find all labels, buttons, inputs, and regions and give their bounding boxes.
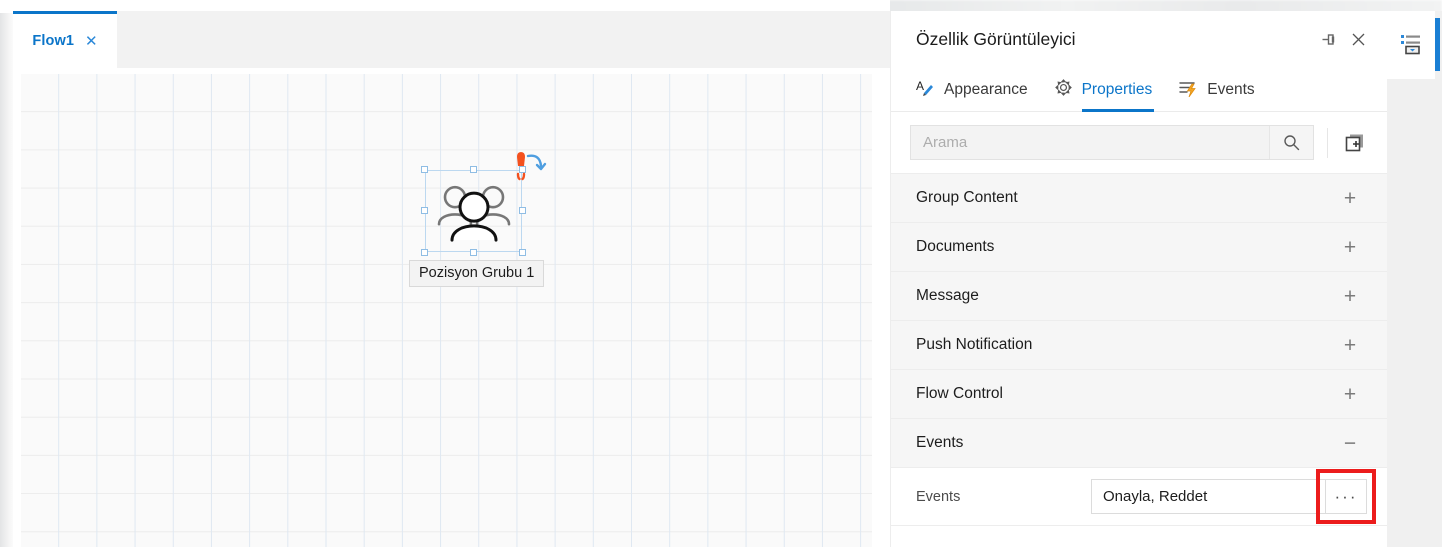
tab-appearance-label: Appearance <box>944 81 1028 99</box>
tab-properties[interactable]: Properties <box>1054 78 1153 111</box>
pin-icon[interactable] <box>1313 26 1343 54</box>
section-push-notification[interactable]: Push Notification + <box>891 321 1387 370</box>
expand-icon[interactable]: + <box>1341 237 1359 258</box>
lightning-list-icon <box>1178 78 1198 102</box>
flow-node-position-group[interactable]: Pozisyon Grubu 1 <box>425 170 522 252</box>
resize-handle-s[interactable] <box>470 249 477 256</box>
rotate-handle-icon[interactable] <box>513 148 553 188</box>
search-row <box>891 112 1387 173</box>
expand-icon[interactable]: + <box>1341 335 1359 356</box>
property-control-events: ··· <box>1091 479 1367 514</box>
collapse-icon[interactable]: − <box>1341 433 1359 454</box>
svg-text:A: A <box>916 79 924 93</box>
toolbar-divider <box>1327 128 1328 158</box>
tab-flow1[interactable]: Flow1 ✕ <box>13 11 117 68</box>
resize-handle-nw[interactable] <box>421 166 428 173</box>
resize-handle-sw[interactable] <box>421 249 428 256</box>
tab-events[interactable]: Events <box>1178 78 1254 111</box>
expand-icon[interactable]: + <box>1341 384 1359 405</box>
editor-left-edge <box>0 13 13 547</box>
flow-editor: Flow1 ✕ <box>0 0 890 547</box>
add-window-icon[interactable] <box>1342 130 1368 156</box>
tab-properties-label: Properties <box>1082 81 1153 99</box>
close-icon[interactable] <box>1343 26 1373 54</box>
expand-icon[interactable]: + <box>1341 286 1359 307</box>
text-style-pencil-icon: A <box>916 78 935 102</box>
section-title: Documents <box>916 238 1341 256</box>
properties-list-icon <box>1399 31 1423 60</box>
property-viewer-panel: Özellik Görüntüleyici A <box>890 11 1387 547</box>
tab-appearance[interactable]: A Appearance <box>916 78 1028 111</box>
panel-tabs: A Appearance <box>891 68 1387 112</box>
tab-strip: Flow1 ✕ <box>13 11 890 68</box>
node-caption: Pozisyon Grubu 1 <box>409 260 544 287</box>
panel-title: Özellik Görüntüleyici <box>916 29 1313 50</box>
section-events[interactable]: Events − <box>891 419 1387 468</box>
resize-handle-se[interactable] <box>519 249 526 256</box>
panel-header: Özellik Görüntüleyici <box>891 11 1387 68</box>
section-title: Group Content <box>916 189 1341 207</box>
section-group-content[interactable]: Group Content + <box>891 174 1387 223</box>
resize-handle-n[interactable] <box>470 166 477 173</box>
close-icon[interactable]: ✕ <box>85 34 98 49</box>
search-input[interactable] <box>911 126 1269 159</box>
rail-accent-bar <box>1435 18 1440 71</box>
events-value-input[interactable] <box>1091 479 1325 514</box>
app-root: Flow1 ✕ <box>0 0 1442 547</box>
section-documents[interactable]: Documents + <box>891 223 1387 272</box>
rail-button-properties[interactable] <box>1387 11 1435 79</box>
properties-accordion: Group Content + Documents + Message + Pu… <box>891 173 1387 526</box>
section-title: Message <box>916 287 1341 305</box>
events-ellipsis-button[interactable]: ··· <box>1325 479 1367 514</box>
gear-icon <box>1054 78 1073 102</box>
section-title: Events <box>916 434 1341 452</box>
resize-handle-e[interactable] <box>519 207 526 214</box>
section-message[interactable]: Message + <box>891 272 1387 321</box>
people-group-icon <box>433 180 515 247</box>
section-events-body: Events ··· <box>891 468 1387 526</box>
property-row-events: Events ··· <box>891 468 1387 525</box>
tab-flow1-label: Flow1 <box>32 33 74 49</box>
right-rail <box>1387 11 1442 547</box>
property-label-events: Events <box>916 489 1091 505</box>
tab-events-label: Events <box>1207 81 1254 99</box>
section-title: Flow Control <box>916 385 1341 403</box>
expand-icon[interactable]: + <box>1341 188 1359 209</box>
section-flow-control[interactable]: Flow Control + <box>891 370 1387 419</box>
flow-canvas[interactable]: Pozisyon Grubu 1 <box>21 74 872 547</box>
resize-handle-w[interactable] <box>421 207 428 214</box>
section-title: Push Notification <box>916 336 1341 354</box>
search-box[interactable] <box>910 125 1314 160</box>
canvas-wrapper: Pozisyon Grubu 1 <box>13 68 890 547</box>
search-icon[interactable] <box>1269 126 1313 159</box>
